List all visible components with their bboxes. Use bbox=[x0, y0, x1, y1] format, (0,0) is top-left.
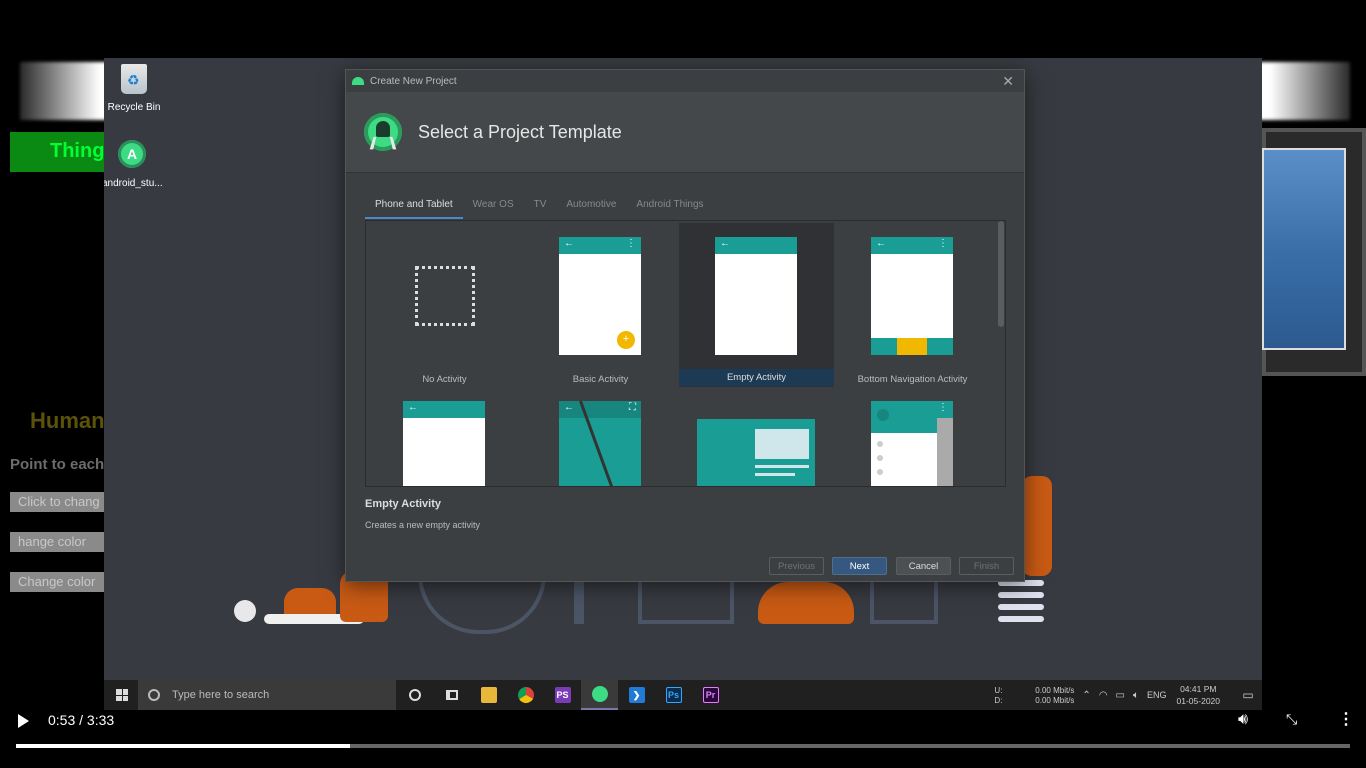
overflow-menu-icon: ⋮ bbox=[938, 402, 948, 413]
tablet-preview bbox=[697, 419, 815, 486]
chevron-up-icon[interactable]: ⌃ bbox=[1082, 690, 1090, 701]
battery-icon[interactable]: ▭ bbox=[1116, 690, 1125, 701]
navigation-drawer-preview: ⋮ bbox=[871, 401, 953, 486]
template-preview: ← bbox=[403, 401, 485, 486]
search-placeholder: Type here to search bbox=[172, 689, 270, 701]
desktop-icon-label: android_stu... bbox=[104, 178, 163, 189]
background-button-2: hange color bbox=[10, 532, 104, 552]
overflow-menu-icon: ⋮ bbox=[938, 238, 948, 249]
back-arrow-icon: ← bbox=[876, 238, 886, 249]
video-progress-fill bbox=[16, 744, 350, 748]
fab-plus-icon: + bbox=[617, 331, 635, 349]
dialog-header: Select a Project Template bbox=[346, 92, 1024, 173]
net-down-value: 0.00 Mbit/s bbox=[1035, 696, 1075, 705]
background-button-1: Click to chang bbox=[10, 492, 104, 512]
page-title: Select a Project Template bbox=[418, 121, 622, 142]
back-arrow-icon: ← bbox=[564, 402, 574, 413]
wallpaper-book bbox=[998, 592, 1044, 598]
background-instruction: Point to each bbox=[10, 456, 104, 473]
wallpaper-furniture bbox=[574, 578, 584, 624]
close-icon[interactable]: ✕ bbox=[1002, 73, 1014, 90]
tab-phone-and-tablet[interactable]: Phone and Tablet bbox=[365, 196, 463, 219]
template-label: No Activity bbox=[422, 374, 467, 385]
dialog-window-title: Create New Project bbox=[370, 75, 457, 87]
net-up-label: U: bbox=[994, 686, 1003, 695]
template-bottom-navigation-activity[interactable]: ← ⋮ Bottom Navigation Activity bbox=[835, 223, 990, 387]
volume-icon[interactable]: 🔈︎ bbox=[1133, 690, 1139, 701]
create-project-dialog: Create New Project ✕ Select a Project Te… bbox=[345, 69, 1025, 582]
background-heading: Human bbox=[30, 408, 104, 433]
wallpaper-ball bbox=[234, 600, 256, 622]
android-studio-logo-icon bbox=[364, 113, 402, 151]
template-tabs: Phone and Tablet Wear OS TV Automotive A… bbox=[365, 196, 714, 219]
background-green-button: Thing bbox=[10, 132, 106, 172]
overflow-menu-icon: ⋮ bbox=[626, 238, 636, 249]
back-arrow-icon: ← bbox=[720, 238, 730, 249]
fullscreen-icon: ⛶ bbox=[629, 402, 636, 413]
desktop-icon-recycle-bin[interactable]: Recycle Bin bbox=[104, 64, 164, 113]
template-label: Bottom Navigation Activity bbox=[857, 374, 968, 385]
exit-fullscreen-icon[interactable]: ⤡ bbox=[1286, 711, 1297, 728]
tab-tv[interactable]: TV bbox=[524, 196, 557, 219]
template-row2-1[interactable]: ← bbox=[367, 387, 522, 486]
net-up-value: 0.00 Mbit/s bbox=[1035, 686, 1075, 695]
android-studio-icon bbox=[118, 140, 146, 168]
basic-activity-preview: ← ⋮ + bbox=[559, 237, 641, 355]
wallpaper-book bbox=[998, 616, 1044, 622]
tab-android-things[interactable]: Android Things bbox=[626, 196, 713, 219]
video-player-controls: 0:53 / 3:33 🔊︎ ⤡ ⋮ bbox=[0, 706, 1366, 768]
wallpaper-dog-standing bbox=[1022, 476, 1052, 576]
wallpaper-book bbox=[998, 604, 1044, 610]
background-image bbox=[1262, 148, 1346, 350]
clock-time: 04:41 PM bbox=[1180, 684, 1217, 694]
search-icon bbox=[148, 689, 160, 701]
back-arrow-icon: ← bbox=[408, 402, 418, 413]
net-down-label: D: bbox=[994, 696, 1003, 705]
play-icon[interactable] bbox=[18, 714, 29, 728]
template-row2-4[interactable]: ⋮ bbox=[835, 387, 990, 486]
finish-button[interactable]: Finish bbox=[959, 557, 1014, 575]
volume-icon[interactable]: 🔊︎ bbox=[1238, 711, 1248, 729]
template-description-text: Creates a new empty activity bbox=[365, 520, 481, 530]
tab-wear-os[interactable]: Wear OS bbox=[463, 196, 524, 219]
template-empty-activity[interactable]: ← Empty Activity bbox=[679, 223, 834, 387]
template-no-activity[interactable]: No Activity bbox=[367, 223, 522, 387]
previous-button[interactable]: Previous bbox=[769, 557, 824, 575]
tab-automotive[interactable]: Automotive bbox=[556, 196, 626, 219]
template-label: Basic Activity bbox=[572, 374, 629, 385]
grid-scrollbar[interactable] bbox=[998, 221, 1004, 327]
template-row2-2[interactable]: ← ⛶ bbox=[523, 387, 678, 486]
dialog-titlebar: Create New Project ✕ bbox=[346, 70, 1024, 92]
wallpaper-bench bbox=[638, 578, 734, 624]
video-time: 0:53 / 3:33 bbox=[48, 712, 115, 728]
desktop-icon-label: Recycle Bin bbox=[107, 102, 161, 113]
screen: Thing Human Point to each Click to chang… bbox=[0, 0, 1366, 768]
windows-logo-icon bbox=[116, 689, 128, 701]
template-basic-activity[interactable]: ← ⋮ + Basic Activity bbox=[523, 223, 678, 387]
clock[interactable]: 04:41 PM 01-05-2020 bbox=[1177, 683, 1220, 707]
fullscreen-preview: ← ⛶ bbox=[559, 400, 641, 486]
bottom-navigation-preview: ← ⋮ bbox=[871, 237, 953, 355]
language-indicator[interactable]: ENG bbox=[1147, 690, 1167, 700]
recycle-bin-icon bbox=[121, 64, 147, 94]
no-activity-icon bbox=[415, 266, 475, 326]
background-button-3: Change color bbox=[10, 572, 104, 592]
wallpaper-dog-sitting bbox=[758, 582, 854, 624]
template-description-title: Empty Activity bbox=[365, 498, 442, 510]
template-label: Empty Activity bbox=[679, 369, 834, 386]
next-button[interactable]: Next bbox=[832, 557, 887, 575]
action-center-icon[interactable]: ▭ bbox=[1234, 688, 1262, 702]
template-row2-3[interactable] bbox=[679, 387, 834, 486]
more-options-icon[interactable]: ⋮ bbox=[1338, 709, 1354, 729]
empty-activity-preview: ← bbox=[715, 237, 797, 355]
video-progress-bar[interactable] bbox=[16, 744, 1350, 748]
cancel-button[interactable]: Cancel bbox=[896, 557, 951, 575]
android-icon bbox=[352, 77, 364, 85]
wifi-icon[interactable]: ◠ bbox=[1099, 690, 1108, 701]
back-arrow-icon: ← bbox=[564, 238, 574, 249]
desktop-icon-android-studio[interactable]: android_stu... bbox=[104, 140, 163, 189]
template-grid: No Activity ← ⋮ + Basic Activity ← Empty … bbox=[365, 220, 1006, 487]
